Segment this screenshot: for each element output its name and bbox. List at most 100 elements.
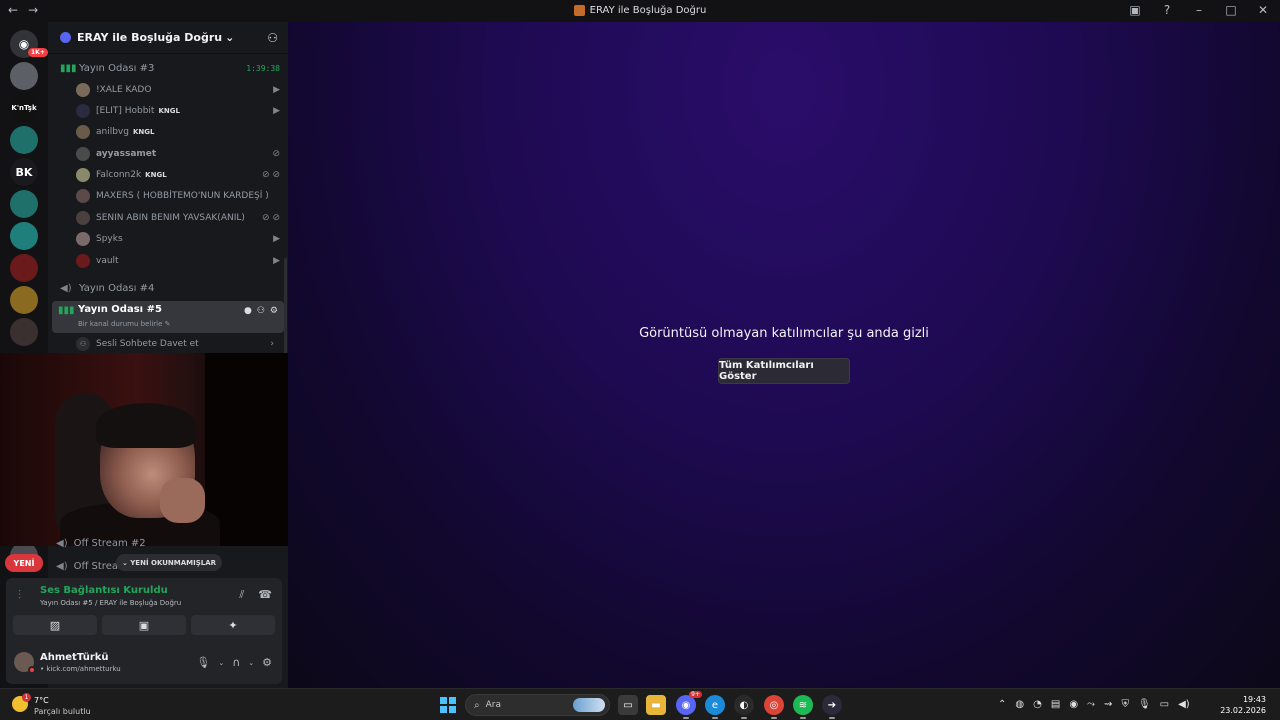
voice-member[interactable]: ayyassamet ⊘ — [76, 144, 284, 164]
tray-app-icon[interactable]: ⇝ — [1104, 699, 1112, 710]
gear-icon[interactable]: ⚙ — [270, 306, 278, 316]
sidebar-scrollbar[interactable] — [284, 258, 287, 368]
chevron-right-icon: › — [270, 339, 274, 349]
member-name: MAXERS ( HOBBİTEMO'NUN KARDEŞİ ) — [96, 191, 269, 201]
weather-widget[interactable]: 1 7°C Parçalı bulutlu — [12, 693, 102, 717]
channel-name: Yayın Odası #3 — [79, 62, 155, 74]
tray-app-icon[interactable]: ⛨ — [1121, 699, 1129, 710]
voice-location[interactable]: Yayın Odası #5 / ERAY ile Boşluğa Doğru — [40, 599, 181, 607]
maximize-button[interactable]: □ — [1224, 3, 1238, 17]
voice-member[interactable]: Spyks ▶ — [76, 229, 284, 249]
server-item[interactable] — [10, 126, 38, 154]
voice-channel-off3[interactable]: ◀) Off Strea — [56, 561, 118, 572]
avatar — [76, 168, 90, 182]
direct-messages-button[interactable]: ◉ 1K+ — [10, 30, 48, 58]
voice-channel-room5[interactable]: ▮▮▮ Yayın Odası #5 Bir kanal durumu beli… — [52, 301, 284, 333]
voice-member[interactable]: [ELIT] Hobbit KNGL ▶ — [76, 101, 284, 121]
server-item[interactable] — [10, 286, 38, 314]
active-indicator — [771, 717, 777, 719]
steam-icon[interactable]: ◉ — [1069, 699, 1078, 710]
chrome-icon[interactable]: ◎ — [764, 695, 784, 719]
windows-logo-icon — [440, 706, 447, 713]
server-item[interactable] — [10, 318, 38, 346]
voice-channel-room3[interactable]: ▮▮▮ Yayın Odası #3 1:39:38 — [56, 57, 284, 79]
speaker-icon[interactable]: ◀) — [1178, 699, 1190, 710]
network-icon[interactable]: ▭ — [1160, 699, 1169, 710]
user-status: • kick.com/ahmetturku — [40, 665, 121, 673]
disconnect-icon[interactable]: ☎ — [258, 588, 272, 602]
chevron-up-icon[interactable]: ⌃ — [998, 699, 1006, 710]
channel-status[interactable]: Bir kanal durumu belirle ✎ — [78, 320, 171, 328]
weather-badge: 1 — [22, 693, 31, 702]
microphone-icon[interactable]: 🎙︎ — [196, 656, 210, 669]
voice-member[interactable]: anilbvg KNGL — [76, 122, 284, 142]
task-view-icon[interactable]: ▭ — [618, 695, 638, 715]
server-header[interactable]: ERAY ile Boşluğa Doğru ⌄ ⚇ — [48, 22, 288, 54]
member-name: SENIN ABIN BENIM YAVSAK(ANIL) — [96, 213, 245, 223]
tray-app-icon[interactable]: ▤ — [1051, 699, 1060, 710]
tray-app-icon[interactable]: ◔ — [1033, 699, 1042, 710]
inbox-icon[interactable]: ▣ — [1128, 3, 1142, 17]
taskbar: 1 7°C Parçalı bulutlu ⌕ Ara ▭ ▬ ◉ 9+ e ◐ … — [0, 688, 1280, 720]
show-all-participants-button[interactable]: Tüm Katılımcıları Göster — [718, 358, 850, 384]
tray-app-icon[interactable]: ⤳ — [1087, 699, 1095, 710]
file-explorer-icon[interactable]: ▬ — [646, 695, 666, 715]
discord-icon[interactable]: ◉ 9+ — [676, 691, 702, 719]
voice-channel-off2[interactable]: ◀) Off Stream #2 — [56, 538, 146, 549]
chat-icon[interactable]: ● — [244, 306, 252, 316]
obs-icon[interactable]: ◐ — [734, 695, 754, 719]
avatar — [76, 232, 90, 246]
voice-status[interactable]: Ses Bağlantısı Kuruldu — [40, 585, 168, 596]
voice-member[interactable]: MAXERS ( HOBBİTEMO'NUN KARDEŞİ ) — [76, 186, 284, 206]
gear-icon[interactable]: ⚙ — [262, 656, 272, 669]
headphones-icon[interactable]: ∩ — [232, 656, 240, 669]
new-badge[interactable]: YENİ — [5, 554, 43, 572]
taskbar-search[interactable]: ⌕ Ara — [465, 694, 610, 716]
app-icon[interactable]: ➔ — [822, 695, 842, 719]
clock-date: 23.02.2026 — [1220, 706, 1266, 715]
voice-member[interactable]: vault ▶ — [76, 251, 284, 271]
screen-share-button[interactable]: ▣ — [102, 615, 186, 635]
minimize-button[interactable]: – — [1192, 3, 1206, 17]
voice-member[interactable]: Falconn2k KNGL ⊘ ⊘ — [76, 165, 284, 185]
camera-toggle-button[interactable]: ▨ — [13, 615, 97, 635]
spotify-icon[interactable]: ≋ — [793, 695, 813, 719]
active-indicator — [741, 717, 747, 719]
invite-people-icon[interactable]: ⚇ — [267, 31, 278, 45]
muted-deafened-icon: ⊘ ⊘ — [262, 213, 280, 223]
chevron-down-icon[interactable]: ⌄ — [218, 659, 224, 667]
start-button[interactable] — [440, 697, 456, 713]
search-placeholder: Ara — [485, 700, 501, 710]
new-unreads-button[interactable]: ⌄ YENİ OKUNMAMIŞLAR — [116, 554, 222, 571]
close-button[interactable]: ✕ — [1256, 3, 1270, 17]
help-icon[interactable]: ? — [1160, 3, 1174, 17]
active-indicator — [683, 717, 689, 719]
voice-member[interactable]: SENIN ABIN BENIM YAVSAK(ANIL) ⊘ ⊘ — [76, 208, 284, 228]
windows-logo-icon — [440, 697, 447, 704]
username[interactable]: AhmetTürkü — [40, 652, 109, 663]
chevron-down-icon[interactable]: ⌄ — [248, 659, 254, 667]
system-tray: ⌃ ◍ ◔ ▤ ◉ ⤳ ⇝ ⛨ 🎙︎ ▭ ◀) — [998, 699, 1190, 710]
tray-app-icon[interactable]: ◍ — [1015, 699, 1024, 710]
server-item[interactable]: BK — [10, 158, 38, 186]
windows-logo-icon — [449, 697, 456, 704]
server-item[interactable] — [10, 222, 38, 250]
invite-to-voice-button[interactable]: ⚇ Sesli Sohbete Davet et › — [76, 334, 284, 354]
server-item[interactable] — [10, 254, 38, 282]
edge-icon[interactable]: e — [705, 695, 725, 719]
invite-icon[interactable]: ⚇ — [257, 306, 265, 316]
server-item[interactable]: K'nTşk — [10, 94, 38, 122]
signal-icon[interactable]: ⫶ — [18, 588, 21, 603]
system-clock[interactable]: 19:43 23.02.2026 — [1220, 694, 1266, 716]
member-name: !XALE KADO — [96, 85, 152, 95]
window-title-text: ERAY ile Boşluğa Doğru — [589, 5, 707, 16]
avatar — [76, 83, 90, 97]
activities-button[interactable]: ✦ — [191, 615, 275, 635]
voice-member[interactable]: !XALE KADO ▶ — [76, 80, 284, 100]
noise-suppression-icon[interactable]: ⫽ — [239, 588, 244, 602]
avatar — [76, 147, 90, 161]
server-item[interactable] — [10, 62, 38, 90]
server-item[interactable] — [10, 190, 38, 218]
microphone-icon[interactable]: 🎙︎ — [1138, 699, 1151, 710]
voice-channel-room4[interactable]: ◀) Yayın Odası #4 — [56, 277, 284, 299]
